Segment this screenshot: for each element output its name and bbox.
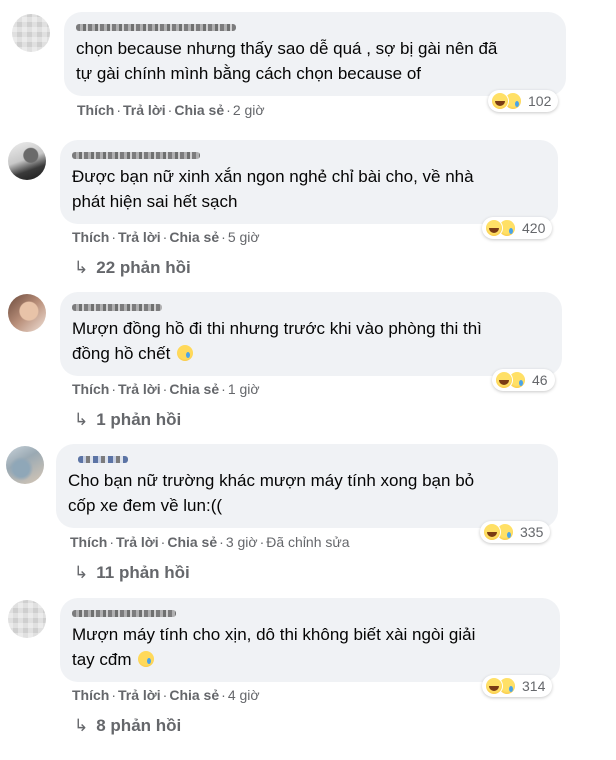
- reaction-count: 102: [528, 93, 552, 109]
- like-link[interactable]: Thích: [77, 102, 114, 118]
- reactions-pill[interactable]: 102: [488, 90, 559, 112]
- timestamp[interactable]: 1 giờ: [228, 381, 260, 397]
- author-name-blurred[interactable]: [68, 452, 546, 466]
- timestamp[interactable]: 5 giờ: [228, 229, 260, 245]
- reply-link[interactable]: Trả lời: [118, 687, 161, 703]
- comment-text: Được bạn nữ xinh xắn ngon nghẻ chỉ bài c…: [72, 167, 474, 211]
- comment-text: Mượn đồng hồ đi thi nhưng trước khi vào …: [72, 319, 482, 363]
- timestamp[interactable]: 4 giờ: [228, 687, 260, 703]
- reactions-pill[interactable]: 314: [482, 675, 553, 697]
- reaction-count: 314: [522, 678, 546, 694]
- edited-label[interactable]: Đã chỉnh sửa: [266, 534, 349, 550]
- reply-link[interactable]: Trả lời: [118, 229, 161, 245]
- comment-text: Mượn máy tính cho xịn, dô thi không biết…: [72, 625, 476, 669]
- like-link[interactable]: Thích: [72, 381, 109, 397]
- reply-arrow-icon: ↳: [74, 258, 89, 277]
- comment-actions: Thích · Trả lời · Chia sẻ · 5 giờ: [72, 229, 260, 245]
- haha-icon: [491, 92, 509, 110]
- haha-icon: [485, 677, 503, 695]
- comment-text: chọn because nhưng thấy sao dễ quá , sợ …: [76, 39, 498, 83]
- view-replies-link[interactable]: ↳ 8 phản hồi: [74, 716, 181, 736]
- reply-link[interactable]: Trả lời: [123, 102, 166, 118]
- sad-emoji-icon: [138, 651, 155, 667]
- reply-arrow-icon: ↳: [74, 410, 89, 429]
- comment-actions: Thích · Trả lời · Chia sẻ · 1 giờ: [72, 381, 260, 397]
- view-replies-link[interactable]: ↳ 22 phản hồi: [74, 258, 191, 278]
- avatar[interactable]: [12, 14, 50, 52]
- share-link[interactable]: Chia sẻ: [174, 102, 224, 118]
- comment-actions: Thích · Trả lời · Chia sẻ · 3 giờ · Đã chỉnh sửa: [70, 534, 350, 550]
- author-name-blurred[interactable]: [72, 148, 546, 162]
- haha-icon: [495, 371, 513, 389]
- comment-actions: Thích · Trả lời · Chia sẻ · 4 giờ: [72, 687, 260, 703]
- reactions-pill[interactable]: 420: [482, 217, 553, 239]
- reply-link[interactable]: Trả lời: [118, 381, 161, 397]
- reaction-count: 46: [532, 372, 548, 388]
- timestamp[interactable]: 2 giờ: [233, 102, 265, 118]
- reactions-pill[interactable]: 335: [480, 521, 551, 543]
- reaction-count: 335: [520, 524, 544, 540]
- reactions-pill[interactable]: 46: [492, 369, 555, 391]
- share-link[interactable]: Chia sẻ: [167, 534, 217, 550]
- comment-text: Cho bạn nữ trường khác mượn máy tính xon…: [68, 471, 475, 515]
- avatar[interactable]: [8, 600, 46, 638]
- author-name-blurred[interactable]: [76, 20, 554, 34]
- comment-bubble: Mượn đồng hồ đi thi nhưng trước khi vào …: [60, 292, 562, 376]
- comment-bubble: Mượn máy tính cho xịn, dô thi không biết…: [60, 598, 560, 682]
- haha-icon: [485, 219, 503, 237]
- avatar[interactable]: [6, 446, 44, 484]
- sad-emoji-icon: [177, 345, 194, 361]
- reaction-count: 420: [522, 220, 546, 236]
- haha-icon: [483, 523, 501, 541]
- author-name-blurred[interactable]: [72, 300, 550, 314]
- timestamp[interactable]: 3 giờ: [226, 534, 258, 550]
- comment-bubble: Được bạn nữ xinh xắn ngon nghẻ chỉ bài c…: [60, 140, 558, 224]
- comment-actions: Thích · Trả lời · Chia sẻ · 2 giờ: [77, 102, 265, 118]
- comment-bubble: chọn because nhưng thấy sao dễ quá , sợ …: [64, 12, 566, 96]
- avatar[interactable]: [8, 294, 46, 332]
- reply-link[interactable]: Trả lời: [116, 534, 159, 550]
- view-replies-link[interactable]: ↳ 11 phản hồi: [74, 563, 190, 583]
- avatar[interactable]: [8, 142, 46, 180]
- share-link[interactable]: Chia sẻ: [169, 229, 219, 245]
- reply-arrow-icon: ↳: [74, 563, 89, 582]
- view-replies-link[interactable]: ↳ 1 phản hồi: [74, 410, 181, 430]
- like-link[interactable]: Thích: [72, 229, 109, 245]
- like-link[interactable]: Thích: [70, 534, 107, 550]
- author-name-blurred[interactable]: [72, 606, 548, 620]
- share-link[interactable]: Chia sẻ: [169, 687, 219, 703]
- share-link[interactable]: Chia sẻ: [169, 381, 219, 397]
- comment-bubble: Cho bạn nữ trường khác mượn máy tính xon…: [56, 444, 558, 528]
- like-link[interactable]: Thích: [72, 687, 109, 703]
- reply-arrow-icon: ↳: [74, 716, 89, 735]
